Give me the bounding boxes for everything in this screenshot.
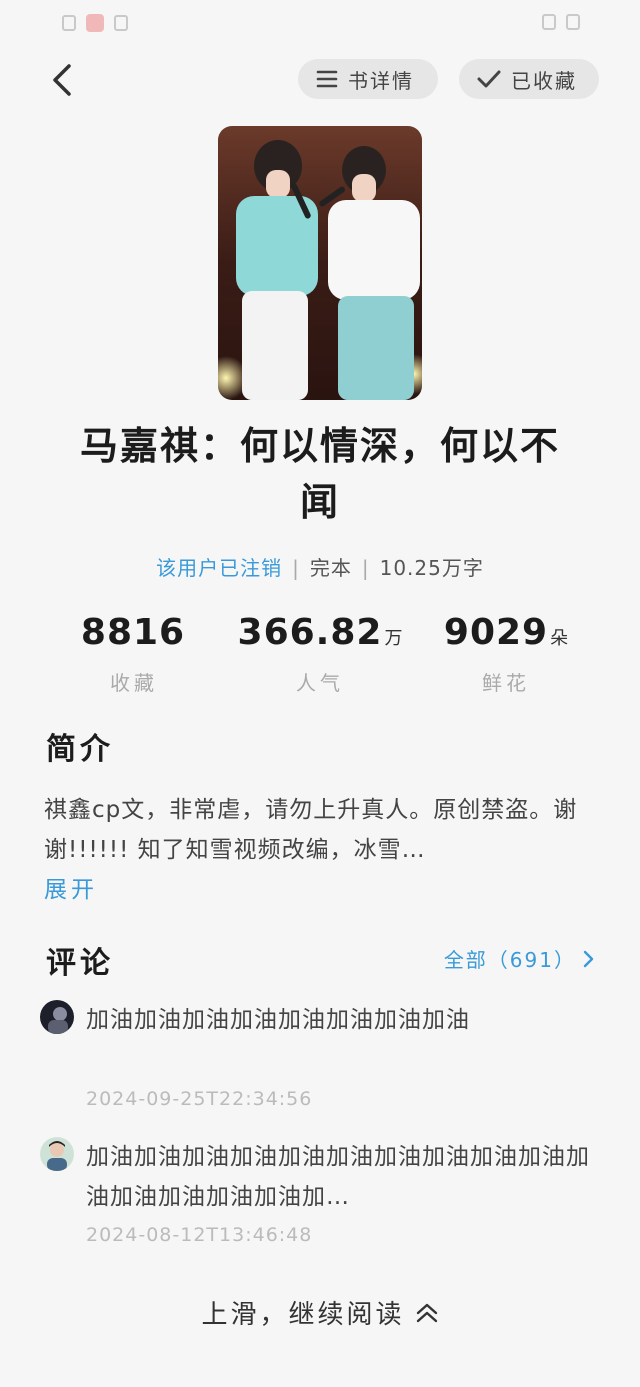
comment-text: 加油加油加油加油加油加油加油加油加油加油加油加油加油加油加油加… (86, 1144, 590, 1210)
book-detail-label: 书详情 (348, 68, 414, 93)
stat-value: 366.82 (237, 612, 383, 653)
author-link[interactable]: 该用户已注销 (156, 556, 282, 580)
comment-item[interactable]: 加油加油加油加油加油加油加油加油加油加油加油加油加油加油加油加… 2024-08… (40, 1137, 600, 1257)
stat-label: 鲜花 (482, 671, 530, 695)
comment-text: 加油加油加油加油加油加油加油加油 (86, 1007, 470, 1033)
book-cover (218, 126, 422, 400)
favorited-button[interactable]: 已收藏 (459, 59, 599, 99)
stat-flowers: 9029 朵 鲜花 (406, 612, 606, 696)
book-detail-button[interactable]: 书详情 (298, 59, 438, 99)
battery-icon (566, 14, 580, 30)
chevron-left-icon (53, 64, 71, 96)
chevron-right-icon (583, 950, 594, 967)
all-comments-label: 全部（691） (443, 948, 576, 972)
avatar[interactable] (40, 1137, 74, 1171)
comment-time: 2024-08-12T13:46:48 (86, 1224, 313, 1246)
stat-value: 9029 (443, 612, 549, 653)
status-bar (0, 0, 640, 48)
comments-heading: 评论 (46, 946, 114, 981)
meta-divider: | (292, 556, 300, 580)
check-icon (477, 70, 501, 88)
intro-text: 祺鑫cp文，非常虐，请勿上升真人。原创禁盗。谢谢!!!!!! 知了知雪视频改编，… (44, 797, 578, 863)
stat-label: 人气 (296, 671, 344, 695)
stat-unit: 万 (384, 628, 403, 649)
continue-reading[interactable]: 上滑，继续阅读 (0, 1294, 640, 1331)
intro-heading: 简介 (46, 732, 114, 767)
alarm-icon (542, 14, 556, 30)
file-icon (62, 15, 76, 31)
meta-divider: | (361, 556, 370, 580)
stat-unit: 朵 (550, 628, 569, 649)
book-title: 马嘉祺：何以情深，何以不闻 (79, 424, 560, 524)
menu-icon (316, 70, 338, 88)
comment-item[interactable]: 加油加油加油加油加油加油加油加油 2024-09-25T22:34:56 (40, 1000, 600, 1120)
favorited-label: 已收藏 (511, 68, 577, 93)
stat-value: 8816 (80, 612, 186, 653)
book-meta: 该用户已注销 | 完本 | 10.25万字 (0, 552, 640, 581)
all-comments-link[interactable]: 全部（691） (444, 944, 594, 973)
double-chevron-up-icon (416, 1303, 437, 1322)
word-count: 10.25万字 (379, 556, 484, 580)
app-notification-icon (86, 14, 104, 32)
stat-label: 收藏 (110, 671, 158, 695)
intro-section: 祺鑫cp文，非常虐，请勿上升真人。原创禁盗。谢谢!!!!!! 知了知雪视频改编，… (44, 790, 594, 910)
stat-favorites: 8816 收藏 (34, 612, 234, 696)
expand-button[interactable]: 展开 (44, 870, 594, 910)
stat-popularity: 366.82 万 人气 (220, 612, 420, 696)
continue-reading-label: 上滑，继续阅读 (201, 1300, 405, 1330)
back-button[interactable] (40, 56, 84, 104)
avatar[interactable] (40, 1000, 74, 1034)
image-icon (114, 15, 128, 31)
book-status: 完本 (309, 556, 352, 580)
comment-time: 2024-09-25T22:34:56 (86, 1088, 313, 1110)
